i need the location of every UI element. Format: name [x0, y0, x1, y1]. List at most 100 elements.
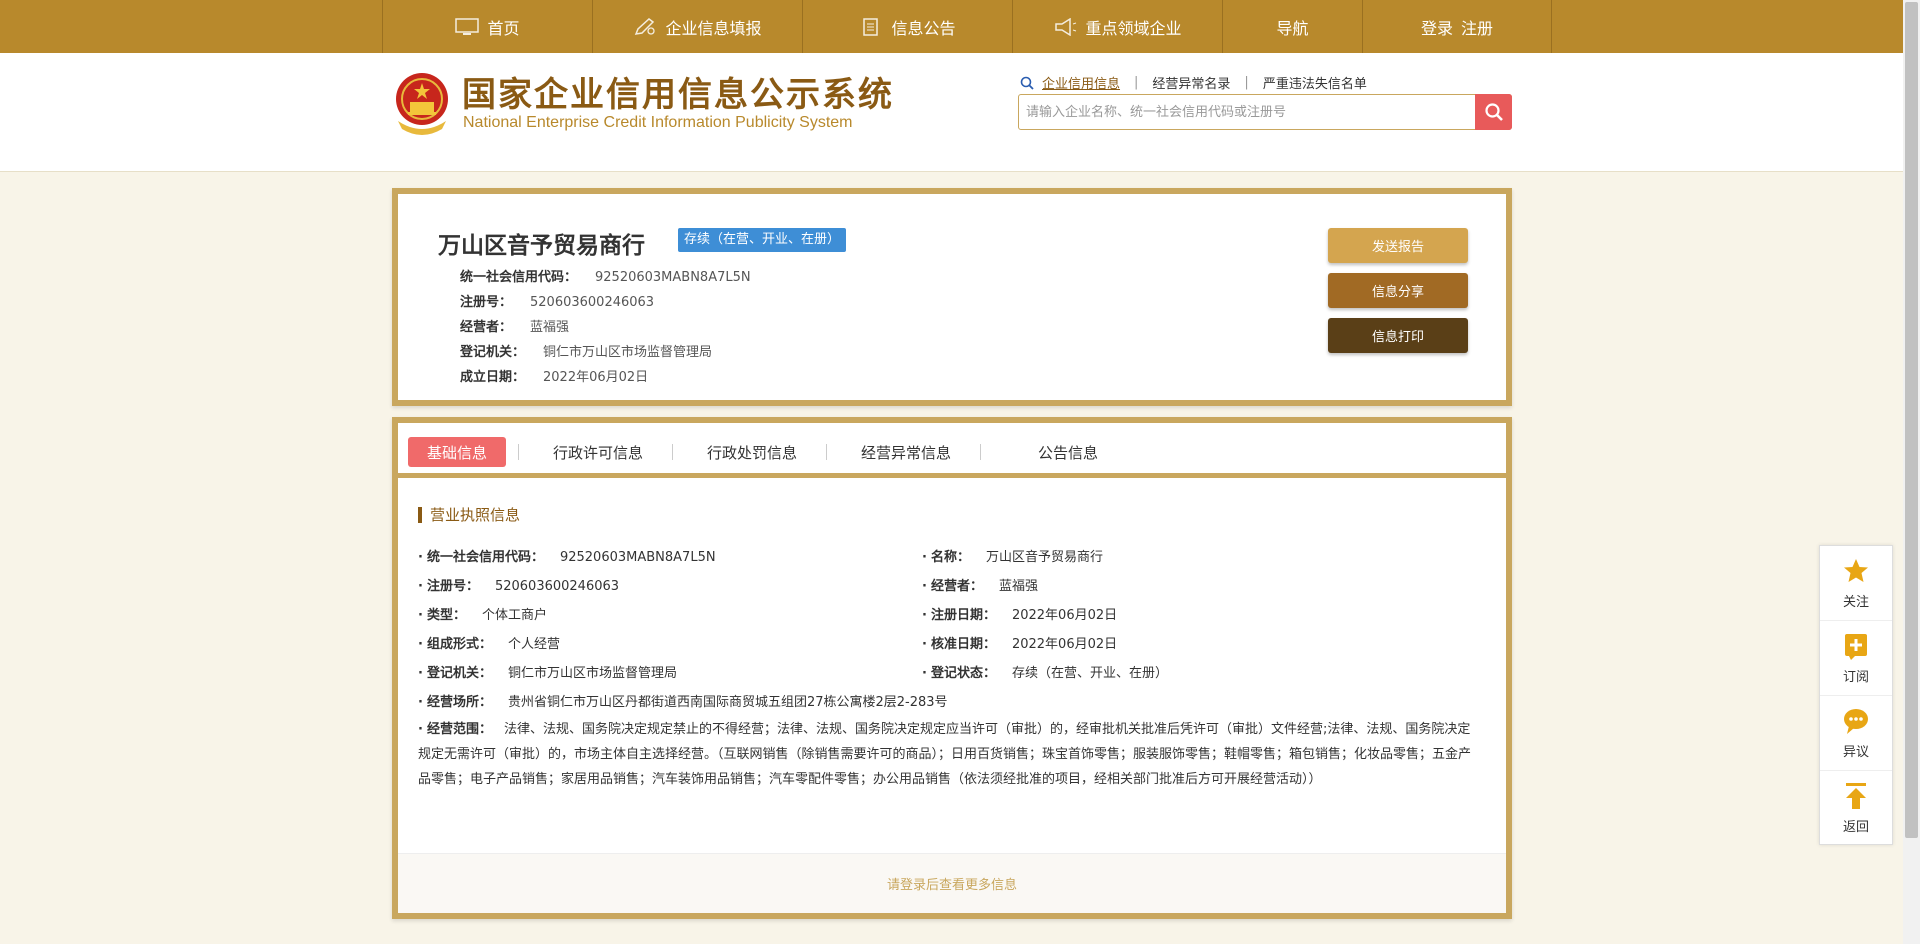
field-value: 蓝福强	[998, 579, 1038, 594]
tab-announcement[interactable]: 公告信息	[1008, 437, 1128, 467]
field-reg-no: 注册号： 520603600246063	[418, 575, 619, 594]
divider: |	[1134, 75, 1139, 90]
field-label: 登记机关：	[418, 666, 492, 681]
field-value: 蓝福强	[530, 320, 570, 335]
status-badge: 存续（在营、开业、在册）	[678, 228, 847, 252]
print-info-button[interactable]: 信息打印	[1328, 318, 1468, 353]
summary-operator: 经营者： 蓝福强	[460, 316, 569, 335]
business-scope: 经营范围：法律、法规、国务院决定规定禁止的不得经营；法律、法规、国务院决定规定应…	[418, 717, 1478, 792]
site-subtitle: National Enterprise Credit Information P…	[463, 114, 853, 131]
divider: |	[1244, 75, 1249, 90]
nav-home[interactable]: 首页	[382, 0, 592, 53]
field-value: 万山区音予贸易商行	[985, 550, 1103, 565]
search-tab-abnormal[interactable]: 经营异常名录	[1152, 73, 1230, 92]
field-name: 名称： 万山区音予贸易商行	[922, 546, 1103, 565]
field-value: 铜仁市万山区市场监督管理局	[507, 666, 677, 681]
field-label: 名称：	[922, 550, 970, 565]
field-label: 经营范围：	[418, 722, 492, 737]
nav-key-enterprise[interactable]: 重点领域企业	[1012, 0, 1222, 53]
field-type: 类型： 个体工商户	[418, 604, 547, 623]
detail-panel: 基础信息 行政许可信息 行政处罚信息 经营异常信息 公告信息 营业执照信息 统一…	[392, 417, 1512, 919]
share-info-button[interactable]: 信息分享	[1328, 273, 1468, 308]
chat-icon	[1844, 708, 1868, 734]
field-value: 贵州省铜仁市万山区丹都街道西南国际商贸城五组团27栋公寓楼2层2-283号	[507, 695, 948, 710]
info-tabs: 基础信息 行政许可信息 行政处罚信息 经营异常信息 公告信息	[398, 423, 1506, 478]
tab-basic-info[interactable]: 基础信息	[408, 437, 506, 467]
scrollbar-thumb[interactable]	[1905, 2, 1918, 838]
nav-report-label: 企业信息填报	[665, 18, 762, 38]
national-emblem-logo	[396, 73, 448, 135]
send-report-button[interactable]: 发送报告	[1328, 228, 1468, 263]
side-label: 关注	[1842, 594, 1869, 610]
field-value: 存续（在营、开业、在册）	[1011, 666, 1168, 681]
search-tab-credit[interactable]: 企业信用信息	[1042, 73, 1120, 92]
follow-button[interactable]: 关注	[1820, 546, 1892, 621]
login-link[interactable]: 登录	[1421, 15, 1453, 39]
field-value: 520603600246063	[530, 295, 655, 310]
summary-reg-no: 注册号： 520603600246063	[460, 291, 654, 310]
divider	[518, 444, 519, 460]
objection-button[interactable]: 异议	[1820, 696, 1892, 771]
top-nav: 首页 企业信息填报 信息公告 重点领域企业 导航 登录 注册	[0, 0, 1920, 53]
side-toolbar: 关注 订阅 异议 返回	[1819, 545, 1893, 845]
field-label: 统一社会信用代码：	[460, 270, 578, 285]
site-title: 国家企业信用信息公示系统	[462, 75, 894, 115]
field-label: 注册日期：	[922, 608, 996, 623]
tab-abnormal[interactable]: 经营异常信息	[836, 437, 976, 467]
nav-report[interactable]: 企业信息填报	[592, 0, 802, 53]
company-name: 万山区音予贸易商行	[438, 233, 645, 259]
summary-credit-code: 统一社会信用代码： 92520603MABN8A7L5N	[460, 266, 751, 285]
nav-navigation[interactable]: 导航	[1222, 0, 1362, 53]
subscribe-icon	[1845, 633, 1867, 660]
summary-authority: 登记机关： 铜仁市万山区市场监督管理局	[460, 341, 712, 360]
monitor-icon	[455, 17, 480, 35]
side-label: 订阅	[1842, 669, 1869, 685]
divider	[672, 444, 673, 460]
star-icon	[1844, 558, 1868, 582]
company-summary-card: 万山区音予贸易商行 存续（在营、开业、在册） 统一社会信用代码： 92520603…	[392, 188, 1512, 406]
side-label: 返回	[1842, 820, 1869, 835]
field-value: 92520603MABN8A7L5N	[559, 550, 716, 565]
nav-navigation-label: 导航	[1276, 18, 1309, 38]
section-title: 营业执照信息	[418, 507, 520, 523]
field-value: 2022年06月02日	[543, 370, 649, 385]
tab-admin-penalty[interactable]: 行政处罚信息	[682, 437, 822, 467]
back-to-top-button[interactable]: 返回	[1820, 771, 1892, 846]
megaphone-icon	[1055, 17, 1077, 36]
search-tab-blacklist[interactable]: 严重违法失信名单	[1263, 73, 1367, 92]
field-label: 登记状态：	[922, 666, 996, 681]
field-value: 个体工商户	[481, 608, 547, 623]
field-credit-code: 统一社会信用代码： 92520603MABN8A7L5N	[418, 546, 716, 565]
site-header: 国家企业信用信息公示系统 National Enterprise Credit …	[0, 53, 1920, 172]
register-link[interactable]: 注册	[1461, 15, 1493, 39]
field-label: 经营者：	[922, 579, 983, 594]
search-icon	[1020, 76, 1034, 90]
field-label: 统一社会信用代码：	[418, 550, 544, 565]
summary-established: 成立日期： 2022年06月02日	[460, 366, 648, 385]
nav-key-enterprise-label: 重点领域企业	[1085, 18, 1182, 38]
subscribe-button[interactable]: 订阅	[1820, 621, 1892, 696]
document-icon	[863, 17, 879, 36]
back-top-icon	[1846, 783, 1866, 809]
field-value: 法律、法规、国务院决定规定禁止的不得经营；法律、法规、国务院决定规定应当许可（审…	[418, 722, 1472, 787]
field-label: 注册号：	[418, 579, 479, 594]
field-label: 经营场所：	[418, 695, 492, 710]
search-button[interactable]	[1475, 94, 1512, 130]
field-value: 2022年06月02日	[1011, 608, 1118, 623]
nav-auth: 登录 注册	[1362, 0, 1552, 53]
field-value: 520603600246063	[494, 579, 620, 594]
search-input[interactable]	[1019, 95, 1475, 129]
field-value: 铜仁市万山区市场监督管理局	[543, 345, 713, 360]
search-icon	[1484, 103, 1503, 121]
field-operator: 经营者： 蓝福强	[922, 575, 1038, 594]
side-label: 异议	[1842, 744, 1869, 760]
field-authority: 登记机关： 铜仁市万山区市场监督管理局	[418, 662, 677, 681]
tab-admin-license[interactable]: 行政许可信息	[528, 437, 668, 467]
login-for-more-link[interactable]: 请登录后查看更多信息	[398, 853, 1506, 913]
field-value: 92520603MABN8A7L5N	[595, 270, 751, 285]
field-value: 2022年06月02日	[1011, 637, 1118, 652]
field-address: 经营场所： 贵州省铜仁市万山区丹都街道西南国际商贸城五组团27栋公寓楼2层2-28…	[418, 691, 948, 710]
nav-announcement[interactable]: 信息公告	[802, 0, 1012, 53]
field-approval-date: 核准日期： 2022年06月02日	[922, 633, 1117, 652]
divider	[980, 444, 981, 460]
